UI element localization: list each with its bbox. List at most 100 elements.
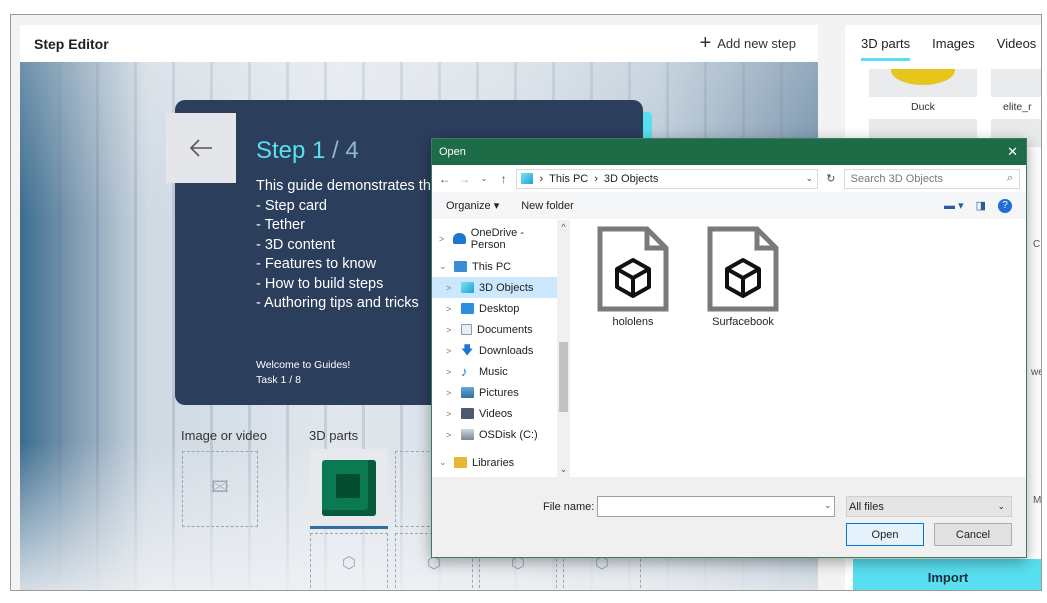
- expander-icon[interactable]: >: [446, 388, 456, 398]
- 3d-objects-icon: [461, 282, 474, 293]
- navigation-pane: > OneDrive - Person ⌄ This PC > 3D Objec…: [432, 220, 570, 477]
- videos-icon: [461, 408, 474, 419]
- computer-icon: [454, 261, 467, 272]
- expander-icon[interactable]: >: [446, 367, 456, 377]
- nav-item-desktop[interactable]: > Desktop: [432, 298, 557, 319]
- expander-icon[interactable]: >: [446, 304, 456, 314]
- expander-icon[interactable]: >: [446, 325, 456, 335]
- up-arrow-icon[interactable]: ↑: [497, 172, 511, 186]
- close-icon[interactable]: ✕: [1007, 144, 1018, 160]
- nav-item-music[interactable]: > ♪ Music: [432, 361, 557, 382]
- expander-icon[interactable]: ⌄: [439, 457, 449, 468]
- nav-item-downloads[interactable]: > 🡇 Downloads: [432, 340, 557, 361]
- file-name-input[interactable]: [597, 496, 835, 517]
- expander-icon[interactable]: ⌄: [439, 261, 449, 272]
- expander-icon[interactable]: >: [446, 409, 456, 419]
- step-description: This guide demonstrates th - Step card -…: [256, 177, 446, 314]
- pictures-icon: [461, 387, 474, 398]
- desktop-icon: [461, 303, 474, 314]
- step-line: - Step card: [256, 197, 327, 214]
- green-part-model: [322, 459, 376, 516]
- step-line: This guide demonstrates th: [256, 178, 431, 194]
- breadcrumb-3d-objects[interactable]: 3D Objects: [604, 173, 658, 185]
- back-button[interactable]: [166, 113, 236, 183]
- 3d-file-icon: [597, 226, 669, 312]
- chevron-down-icon[interactable]: ⌄: [806, 173, 814, 184]
- search-icon: ⌕: [1006, 172, 1013, 184]
- nav-item-libraries[interactable]: ⌄ Libraries: [432, 452, 557, 473]
- expander-icon[interactable]: >: [446, 346, 456, 356]
- elite-label: elite_r: [1003, 101, 1032, 113]
- nav-item-3d-objects[interactable]: > 3D Objects: [432, 277, 557, 298]
- file-name-label: File name:: [543, 501, 595, 513]
- arrow-left-icon: [189, 139, 212, 157]
- nav-item-label: Pictures: [479, 386, 519, 399]
- scroll-up-icon[interactable]: ^: [557, 222, 570, 232]
- nav-item-videos[interactable]: > Videos: [432, 403, 557, 424]
- nav-item-label: Videos: [479, 407, 513, 420]
- chevron-right-icon: ›: [594, 172, 598, 185]
- import-button[interactable]: Import: [853, 559, 1041, 590]
- add-new-step-label: Add new step: [717, 36, 796, 51]
- add-image-slot[interactable]: 🖾: [182, 451, 258, 527]
- 3d-parts-label: 3D parts: [309, 428, 359, 443]
- new-folder-button[interactable]: New folder: [521, 200, 574, 212]
- back-arrow-icon[interactable]: ←: [438, 172, 452, 186]
- chevron-down-icon: ⌄: [997, 501, 1005, 511]
- nav-item-pictures[interactable]: > Pictures: [432, 382, 557, 403]
- file-type-select[interactable]: All files ⌄: [846, 496, 1012, 517]
- expander-icon[interactable]: >: [439, 234, 448, 244]
- 3d-part-thumbnail[interactable]: [310, 449, 388, 529]
- refresh-icon[interactable]: ↻: [824, 172, 838, 185]
- step-footer: Welcome to Guides! Task 1 / 8: [256, 358, 350, 388]
- image-or-video-label: Image or video: [181, 428, 267, 443]
- task-counter: Task 1 / 8: [256, 374, 301, 386]
- recent-locations-icon[interactable]: ⌄: [477, 174, 491, 183]
- add-part-slot[interactable]: [395, 451, 435, 527]
- image-placeholder-icon: 🖾: [211, 478, 229, 496]
- add-new-step-button[interactable]: + Add new step: [699, 31, 796, 54]
- navigation-bar: ← → ⌄ ↑ › This PC › 3D Objects ⌄ ↻ Searc…: [432, 165, 1026, 192]
- nav-item-label: OneDrive - Person: [470, 226, 524, 251]
- nav-item-documents[interactable]: > Documents: [432, 319, 557, 340]
- breadcrumb-this-pc[interactable]: This PC: [549, 173, 588, 185]
- cloud-icon: [453, 233, 466, 244]
- nav-item-label: 3D Objects: [479, 281, 534, 294]
- address-bar[interactable]: › This PC › 3D Objects ⌄: [516, 168, 819, 189]
- expander-icon[interactable]: >: [446, 283, 456, 293]
- file-item-surfacebook[interactable]: Surfacebook: [698, 226, 788, 328]
- tab-3d-parts[interactable]: 3D parts: [861, 36, 911, 61]
- help-icon[interactable]: ?: [998, 198, 1012, 213]
- step-line: - Authoring tips and tricks: [256, 295, 419, 311]
- add-part-slot[interactable]: ⬡: [310, 533, 388, 590]
- file-name-dropdown-icon[interactable]: ⌄: [824, 500, 832, 511]
- search-input[interactable]: Search 3D Objects ⌕: [843, 168, 1020, 189]
- step-number: Step 1 / 4: [256, 137, 359, 165]
- step-line: - How to build steps: [256, 275, 384, 292]
- peek-text: we: [1031, 367, 1041, 378]
- nav-item-osdisk[interactable]: > OSDisk (C:): [432, 424, 557, 445]
- tab-videos[interactable]: Videos: [997, 36, 1037, 51]
- file-type-value: All files: [849, 500, 884, 513]
- change-view-icon[interactable]: ▬ ▾: [944, 199, 964, 212]
- cancel-button[interactable]: Cancel: [934, 523, 1012, 546]
- scroll-down-icon[interactable]: ⌄: [557, 464, 570, 475]
- scrollbar-thumb[interactable]: [559, 342, 568, 412]
- duck-thumbnail[interactable]: [869, 69, 977, 97]
- file-item-hololens[interactable]: hololens: [588, 226, 678, 328]
- 3d-file-icon: [707, 226, 779, 312]
- nav-item-onedrive[interactable]: > OneDrive - Person: [432, 226, 557, 251]
- organize-menu[interactable]: Organize ▾: [446, 199, 499, 212]
- search-placeholder: Search 3D Objects: [850, 172, 943, 185]
- nav-pane-scrollbar[interactable]: ^ ⌄: [557, 220, 570, 477]
- plus-icon: +: [699, 31, 712, 54]
- nav-item-label: This PC: [472, 260, 512, 273]
- step-current: Step 1: [256, 137, 326, 164]
- open-button[interactable]: Open: [846, 523, 924, 546]
- forward-arrow-icon[interactable]: →: [458, 172, 472, 186]
- elite-thumbnail[interactable]: [991, 69, 1041, 97]
- nav-item-this-pc[interactable]: ⌄ This PC: [432, 256, 557, 277]
- preview-pane-icon[interactable]: ◨: [976, 199, 986, 212]
- tab-images[interactable]: Images: [932, 36, 975, 51]
- expander-icon[interactable]: >: [446, 430, 456, 440]
